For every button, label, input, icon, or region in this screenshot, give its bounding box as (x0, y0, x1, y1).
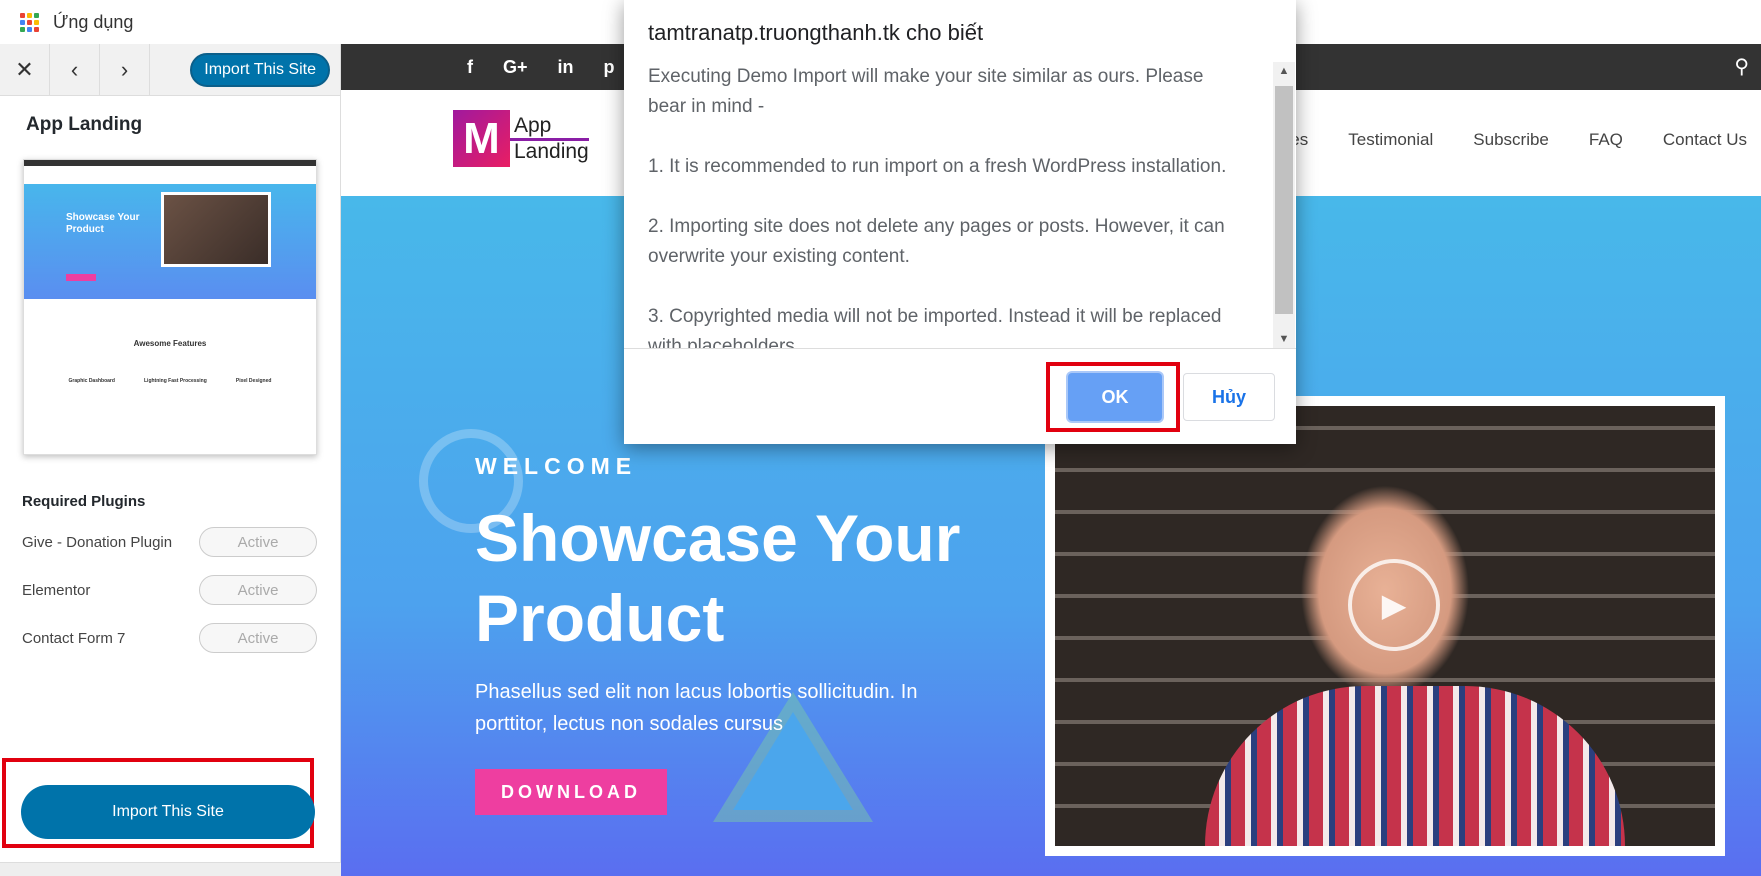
search-icon[interactable]: ⚲ (1734, 54, 1749, 79)
import-site-button-top[interactable]: Import This Site (190, 52, 330, 87)
hero-subline: Phasellus sed elit non lacus lobortis so… (475, 681, 918, 735)
next-button[interactable]: › (100, 44, 150, 95)
sidebar-toolbar: ✕ ‹ › Import This Site (0, 44, 340, 96)
plugin-status-badge: Active (199, 623, 317, 653)
dialog-scrollbar[interactable]: ▲ ▼ (1273, 62, 1295, 348)
play-icon[interactable]: ▶ (1348, 559, 1440, 651)
hero-headline: Showcase Your Product (475, 501, 961, 655)
thumbnail-feature: Graphic Dashboard (68, 378, 115, 384)
menu-item-faq[interactable]: FAQ (1589, 130, 1623, 150)
menu-item-contact[interactable]: Contact Us (1663, 130, 1747, 150)
close-icon: ✕ (15, 56, 34, 82)
dialog-paragraph: 3. Copyrighted media will not be importe… (648, 306, 1222, 348)
previous-button[interactable]: ‹ (50, 44, 100, 95)
thumbnail-hero-heading: Showcase Your Product (66, 212, 140, 235)
thumbnail-photo (161, 192, 271, 267)
plugin-name: Elementor (22, 581, 91, 599)
pinterest-icon[interactable]: p (604, 57, 615, 78)
dialog-paragraph: 2. Importing site does not delete any pa… (648, 216, 1225, 267)
menu-item-testimonial[interactable]: Testimonial (1348, 130, 1433, 150)
menu-item-subscribe[interactable]: Subscribe (1473, 130, 1549, 150)
site-logo[interactable]: M App Landing (453, 110, 589, 167)
thumbnail-feature: Pixel Designed (235, 378, 272, 384)
required-plugins-title: Required Plugins (22, 493, 146, 510)
thumbnail-features-heading: Awesome Features (133, 339, 207, 348)
chevron-left-icon: ‹ (70, 56, 79, 82)
customizer-sidebar: ✕ ‹ › Import This Site App Landing Showc… (0, 44, 341, 876)
plugin-status-badge: Active (199, 527, 317, 557)
theme-thumbnail: Showcase Your Product Awesome Features G… (23, 159, 317, 455)
thumbnail-feature: Lightning Fast Processing (144, 378, 207, 384)
logo-mark: M (453, 110, 510, 167)
plugin-row: Give - Donation Plugin Active (22, 527, 317, 557)
import-site-button[interactable]: Import This Site (21, 785, 315, 839)
hero-photo: ▶ (1055, 406, 1715, 846)
ok-button[interactable]: OK (1068, 373, 1162, 421)
plugin-row: Elementor Active (22, 575, 317, 605)
plugin-status-badge: Active (199, 575, 317, 605)
main-menu: ures Testimonial Subscribe FAQ Contact U… (1275, 130, 1747, 150)
hero-photo-frame: ▶ (1045, 396, 1725, 856)
dialog-title: tamtranatp.truongthanh.tk cho biết (648, 20, 984, 45)
plugin-name: Give - Donation Plugin (22, 533, 173, 551)
scroll-up-icon[interactable]: ▲ (1273, 62, 1295, 80)
sidebar-footer (0, 862, 341, 876)
dialog-paragraph: 1. It is recommended to run import on a … (648, 156, 1227, 177)
apps-grid-icon[interactable] (20, 12, 39, 32)
linkedin-icon[interactable]: in (558, 57, 574, 78)
browser-page: Ứng dụng ✕ ‹ › Import This Site App Land… (0, 0, 1761, 876)
hero-welcome: WELCOME (475, 453, 638, 479)
scrollbar-thumb[interactable] (1275, 86, 1293, 314)
download-button[interactable]: DOWNLOAD (475, 769, 667, 815)
apps-label[interactable]: Ứng dụng (53, 12, 133, 33)
plugin-row: Contact Form 7 Active (22, 623, 317, 653)
theme-title: App Landing (26, 114, 143, 135)
chevron-right-icon: › (120, 56, 129, 82)
dialog-paragraph: Executing Demo Import will make your sit… (648, 66, 1204, 117)
dialog-message[interactable]: Executing Demo Import will make your sit… (648, 62, 1228, 348)
google-plus-icon[interactable]: G+ (503, 57, 528, 78)
close-button[interactable]: ✕ (0, 44, 50, 95)
logo-line-1: App (514, 113, 552, 137)
cancel-button[interactable]: Hủy (1183, 373, 1275, 421)
scroll-down-icon[interactable]: ▼ (1273, 330, 1295, 348)
logo-line-2: Landing (514, 139, 589, 163)
confirm-dialog: tamtranatp.truongthanh.tk cho biết Execu… (624, 0, 1296, 444)
plugin-name: Contact Form 7 (22, 629, 126, 647)
facebook-icon[interactable]: f (467, 57, 473, 78)
